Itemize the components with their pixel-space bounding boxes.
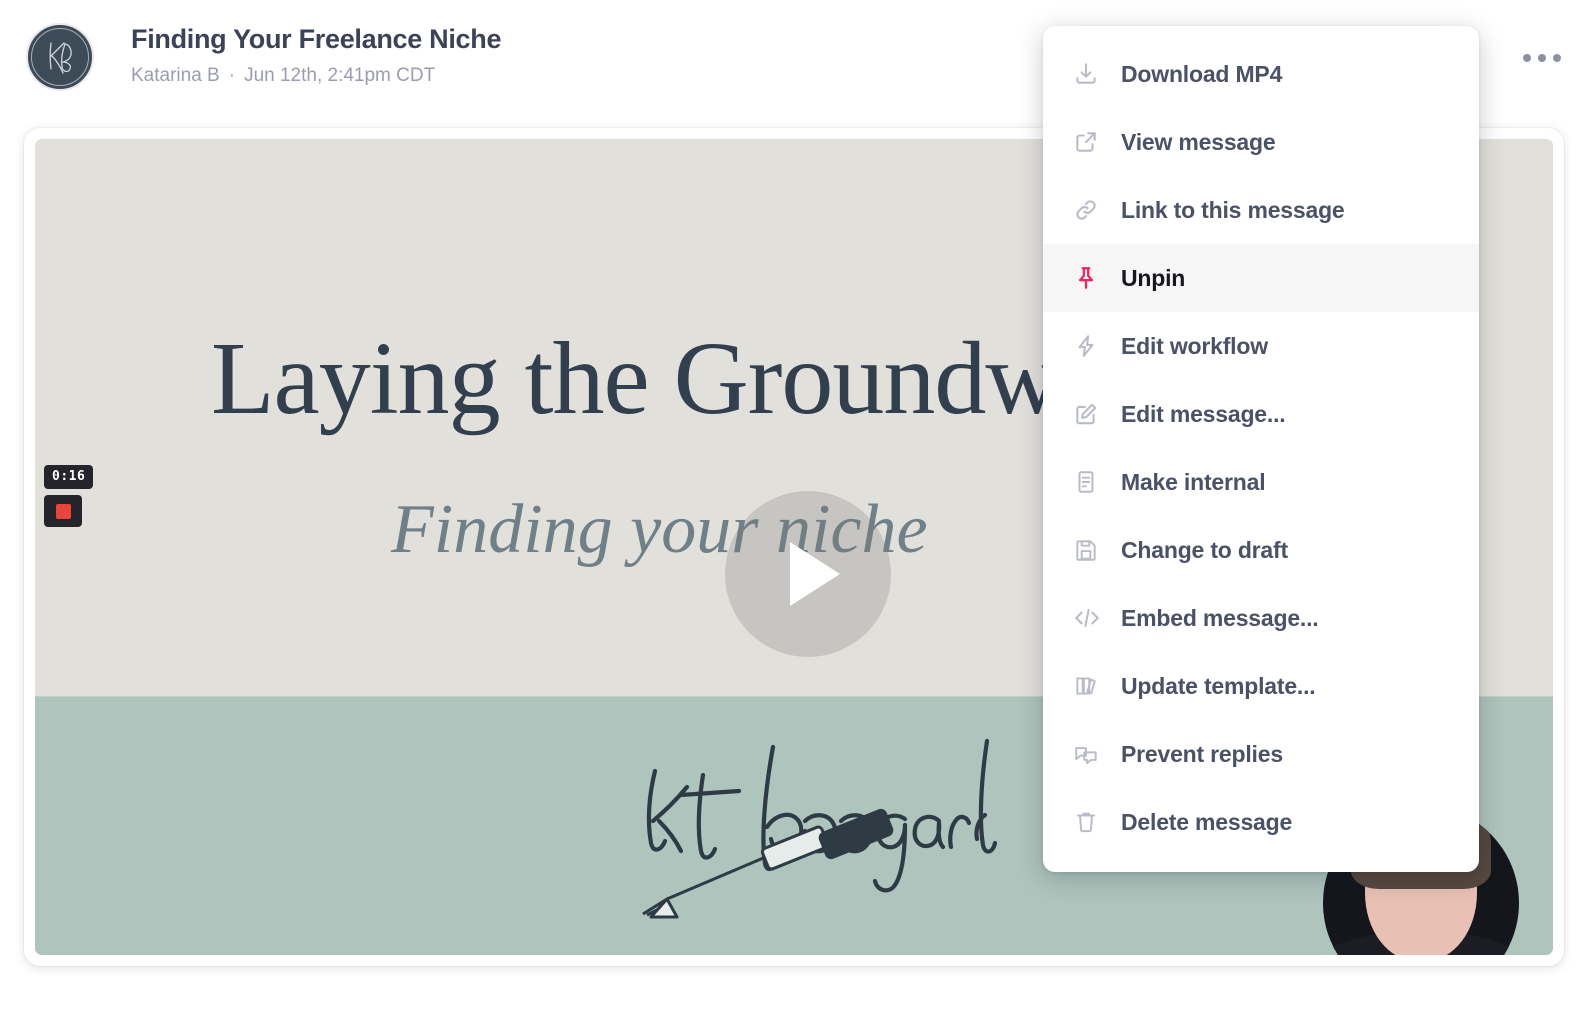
- pin-icon: [1073, 265, 1113, 291]
- menu-item-prevent-replies[interactable]: Prevent replies: [1043, 720, 1479, 788]
- external-link-icon: [1073, 129, 1113, 155]
- meta-separator: ·: [228, 65, 236, 86]
- play-button[interactable]: [725, 491, 891, 657]
- message-context-menu: Download MP4 View message Link to this m…: [1043, 26, 1479, 872]
- menu-item-change-to-draft[interactable]: Change to draft: [1043, 516, 1479, 584]
- lightning-bolt-icon: [1073, 333, 1113, 359]
- timestamp: Jun 12th, 2:41pm CDT: [244, 65, 436, 86]
- more-options-button[interactable]: [1518, 40, 1566, 76]
- menu-item-update-template[interactable]: Update template...: [1043, 652, 1479, 720]
- floppy-disk-icon: [1073, 537, 1113, 563]
- stop-square-icon: [55, 503, 71, 519]
- kb-monogram-logo: [26, 23, 94, 91]
- trash-icon: [1073, 809, 1113, 835]
- header-text-block: Finding Your Freelance Niche Katarina B ·…: [131, 20, 501, 90]
- link-icon: [1073, 197, 1113, 223]
- signature-illustration: [615, 729, 1015, 919]
- menu-item-edit-workflow[interactable]: Edit workflow: [1043, 312, 1479, 380]
- message-meta: Katarina B · Jun 12th, 2:41pm CDT: [131, 62, 501, 90]
- menu-item-label: Edit message...: [1121, 400, 1286, 427]
- books-icon: [1073, 673, 1113, 699]
- stop-record-button[interactable]: [44, 495, 82, 527]
- author-name: Katarina B: [131, 65, 220, 86]
- menu-item-delete-message[interactable]: Delete message: [1043, 788, 1479, 856]
- menu-item-label: Prevent replies: [1121, 740, 1283, 767]
- page-root: Finding Your Freelance Niche Katarina B ·…: [0, 0, 1590, 1028]
- menu-item-label: Download MP4: [1121, 60, 1283, 87]
- menu-item-label: Delete message: [1121, 808, 1293, 835]
- menu-item-label: Make internal: [1121, 468, 1266, 495]
- menu-item-view-message[interactable]: View message: [1043, 108, 1479, 176]
- avatar-ring: [31, 28, 89, 86]
- menu-item-embed-message[interactable]: Embed message...: [1043, 584, 1479, 652]
- menu-item-label: Edit workflow: [1121, 332, 1268, 359]
- menu-item-label: Change to draft: [1121, 536, 1288, 563]
- menu-item-make-internal[interactable]: Make internal: [1043, 448, 1479, 516]
- menu-item-link-to-message[interactable]: Link to this message: [1043, 176, 1479, 244]
- code-icon: [1073, 605, 1113, 631]
- menu-item-download-mp4[interactable]: Download MP4: [1043, 40, 1479, 108]
- kebab-dot-icon: [1523, 54, 1531, 62]
- menu-item-label: Embed message...: [1121, 604, 1319, 631]
- menu-item-label: Unpin: [1121, 264, 1186, 291]
- video-duration-badge: 0:16: [44, 465, 94, 489]
- page-title: Finding Your Freelance Niche: [131, 24, 502, 54]
- menu-item-label: Link to this message: [1121, 196, 1345, 223]
- kebab-dot-icon: [1538, 54, 1546, 62]
- download-icon: [1073, 61, 1113, 87]
- pencil-square-icon: [1073, 401, 1113, 427]
- kebab-dot-icon: [1553, 54, 1561, 62]
- chat-bubbles-icon: [1073, 741, 1113, 767]
- menu-item-unpin[interactable]: Unpin: [1043, 244, 1479, 312]
- menu-item-label: View message: [1121, 128, 1276, 155]
- menu-item-label: Update template...: [1121, 672, 1316, 699]
- menu-item-edit-message[interactable]: Edit message...: [1043, 380, 1479, 448]
- document-icon: [1073, 469, 1113, 495]
- play-triangle-icon: [790, 542, 840, 606]
